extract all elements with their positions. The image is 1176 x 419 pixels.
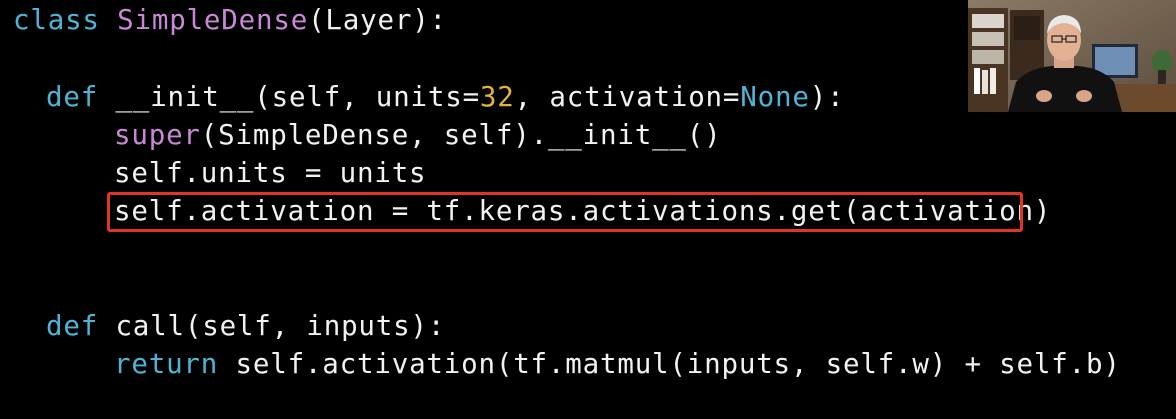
code-number: 32	[479, 81, 515, 113]
code-text: self.activation(tf.matmul(inputs, self.w…	[235, 348, 1121, 380]
code-text: call(self, inputs):	[115, 310, 446, 342]
code-class-name: SimpleDense	[117, 4, 309, 36]
code-keyword: def	[46, 81, 116, 113]
code-text: ):	[809, 81, 845, 113]
code-text: __init__(self, units=	[115, 81, 480, 113]
code-text: (Layer):	[308, 4, 447, 36]
code-line-super: super(SimpleDense, self).__init__()	[114, 118, 722, 152]
code-line-class-def: class SimpleDense(Layer):	[13, 3, 447, 37]
code-keyword: class	[13, 4, 118, 36]
presenter-video-thumbnail	[968, 0, 1176, 112]
code-keyword: def	[46, 310, 116, 342]
code-keyword: None	[740, 81, 810, 113]
code-builtin: super	[114, 119, 201, 151]
code-line-init-def: def __init__(self, units=32, activation=…	[46, 80, 844, 114]
highlight-box	[107, 192, 1023, 232]
code-line-call-def: def call(self, inputs):	[46, 309, 445, 343]
code-text: (SimpleDense, self).__init__()	[200, 119, 722, 151]
code-line-return: return self.activation(tf.matmul(inputs,…	[114, 347, 1121, 381]
presenter-webcam-icon	[968, 0, 1176, 112]
code-text: , activation=	[514, 81, 741, 113]
code-line-units: self.units = units	[114, 156, 426, 190]
code-text: self.units = units	[114, 157, 427, 189]
code-keyword: return	[114, 348, 236, 380]
